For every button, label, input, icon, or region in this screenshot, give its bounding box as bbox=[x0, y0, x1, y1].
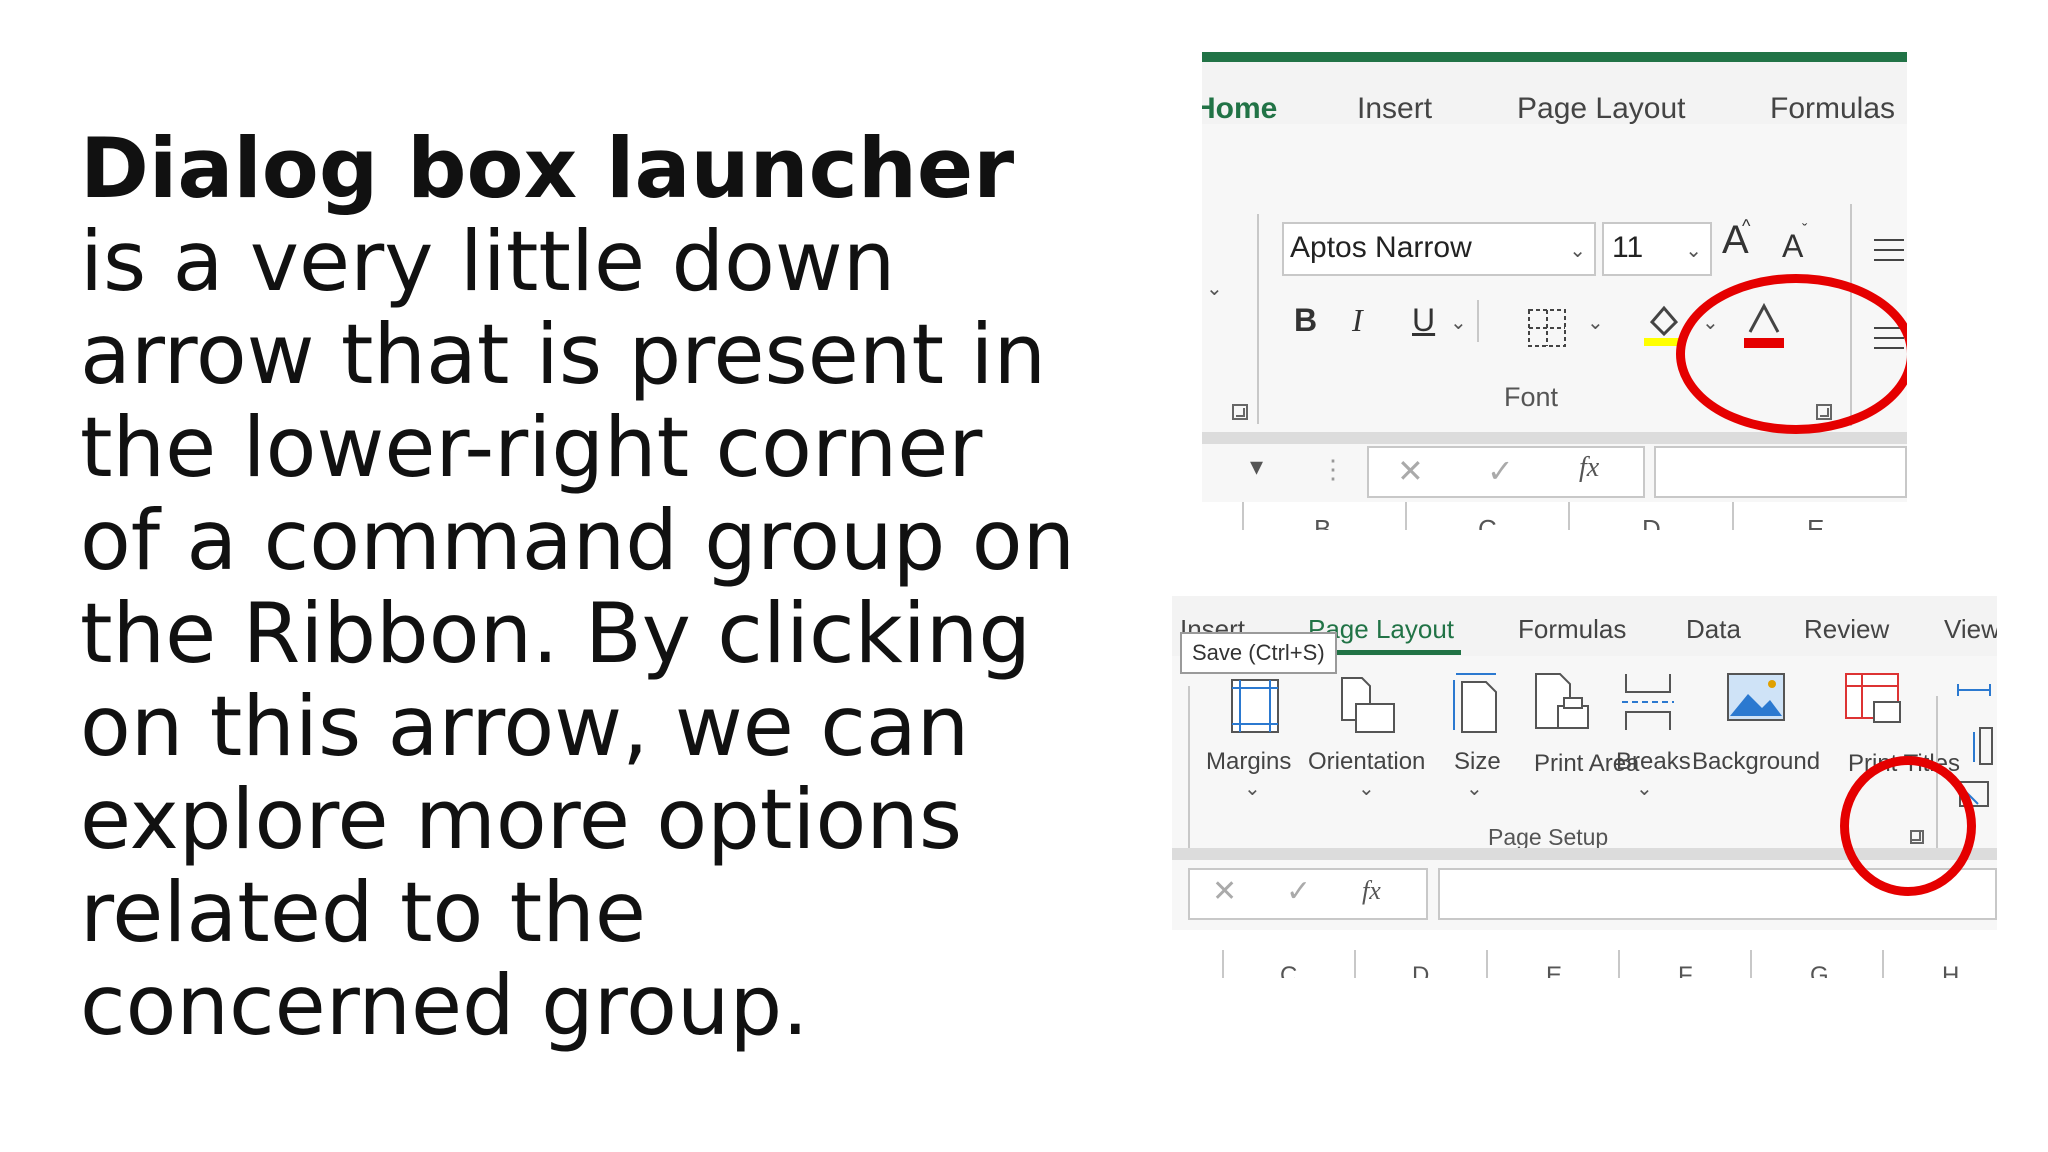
print-area-icon[interactable] bbox=[1532, 670, 1592, 734]
formula-input[interactable] bbox=[1654, 446, 1907, 498]
orientation-icon[interactable] bbox=[1340, 676, 1396, 734]
column-header[interactable]: F bbox=[1678, 962, 1693, 978]
column-headers: B C D E bbox=[1202, 502, 1907, 530]
col-divider bbox=[1354, 950, 1356, 978]
dialog-launcher-icon[interactable] bbox=[1232, 404, 1248, 420]
chevron-down-icon[interactable]: ⌄ bbox=[1358, 776, 1375, 800]
column-header[interactable]: D bbox=[1412, 962, 1429, 978]
tab-review[interactable]: Review bbox=[1804, 614, 1889, 645]
col-divider bbox=[1568, 502, 1570, 530]
shrink-font-icon[interactable]: A bbox=[1782, 228, 1803, 265]
col-divider bbox=[1242, 502, 1244, 530]
chevron-down-icon[interactable]: ⌄ bbox=[1587, 310, 1604, 334]
insert-function-icon[interactable]: fx bbox=[1362, 876, 1381, 906]
column-header[interactable]: D bbox=[1642, 514, 1661, 530]
column-header[interactable]: H bbox=[1942, 962, 1959, 978]
group-label-page-setup: Page Setup bbox=[1488, 824, 1609, 850]
group-divider bbox=[1257, 214, 1259, 424]
col-divider bbox=[1486, 950, 1488, 978]
cancel-icon[interactable]: ✕ bbox=[1212, 874, 1237, 909]
font-size-value: 11 bbox=[1612, 231, 1644, 264]
tab-formulas[interactable]: Formulas bbox=[1518, 614, 1626, 645]
chevron-down-icon[interactable]: ⌄ bbox=[1450, 310, 1467, 334]
chevron-down-icon: ⌄ bbox=[1569, 238, 1586, 262]
margins-icon[interactable] bbox=[1230, 678, 1280, 734]
orientation-label[interactable]: Orientation bbox=[1308, 748, 1425, 776]
size-icon[interactable] bbox=[1450, 670, 1502, 734]
divider bbox=[1477, 300, 1479, 342]
grow-caret-icon: ^ bbox=[1742, 216, 1751, 236]
formula-buttons: ✕ ✓ fx bbox=[1367, 446, 1645, 498]
body-text: is a very little down arrow that is pres… bbox=[80, 213, 1076, 1054]
column-header[interactable]: C bbox=[1280, 962, 1297, 978]
ribbon-screenshot-font: Home Insert Page Layout Formulas ⌄ Aptos… bbox=[1202, 52, 1907, 530]
col-divider bbox=[1618, 950, 1620, 978]
italic-button[interactable]: I bbox=[1352, 302, 1363, 339]
font-name-select[interactable]: Aptos Narrow ⌄ bbox=[1282, 222, 1596, 276]
check-icon[interactable]: ✓ bbox=[1487, 452, 1514, 490]
ribbon-screenshot-page-setup: Insert Page Layout Formulas Data Review … bbox=[1172, 596, 1997, 978]
underline-button[interactable]: U bbox=[1412, 302, 1435, 339]
cancel-icon[interactable]: ✕ bbox=[1397, 452, 1424, 490]
tab-insert[interactable]: Insert bbox=[1357, 92, 1432, 126]
borders-icon[interactable] bbox=[1527, 308, 1569, 348]
chevron-down-icon[interactable]: ⌄ bbox=[1636, 776, 1653, 800]
column-header[interactable]: G bbox=[1810, 962, 1829, 978]
tab-page-layout[interactable]: Page Layout bbox=[1517, 92, 1685, 126]
highlight-circle bbox=[1840, 756, 1976, 896]
background-label[interactable]: Background bbox=[1692, 748, 1820, 776]
group-label-font: Font bbox=[1504, 382, 1559, 412]
print-titles-icon[interactable] bbox=[1844, 672, 1904, 730]
breaks-icon[interactable] bbox=[1620, 672, 1676, 732]
formula-buttons: ✕ ✓ fx bbox=[1188, 868, 1428, 920]
tab-view[interactable]: View bbox=[1944, 614, 1997, 645]
tab-home[interactable]: Home bbox=[1202, 92, 1277, 126]
column-header[interactable]: C bbox=[1478, 514, 1497, 530]
highlight-circle bbox=[1676, 274, 1907, 434]
check-icon[interactable]: ✓ bbox=[1286, 874, 1311, 909]
ribbon-tabs: Home Insert Page Layout Formulas bbox=[1202, 62, 1907, 144]
bold-button[interactable]: B bbox=[1294, 302, 1317, 339]
background-icon[interactable] bbox=[1726, 672, 1786, 728]
tab-formulas[interactable]: Formulas bbox=[1770, 92, 1895, 126]
chevron-down-icon[interactable]: ⌄ bbox=[1244, 776, 1261, 800]
column-header[interactable]: E bbox=[1807, 514, 1824, 530]
margins-label[interactable]: Margins bbox=[1206, 748, 1291, 776]
insert-function-icon[interactable]: fx bbox=[1579, 452, 1599, 484]
breaks-label[interactable]: Breaks bbox=[1616, 748, 1691, 776]
chevron-down-icon[interactable]: ⌄ bbox=[1206, 276, 1223, 300]
col-divider bbox=[1405, 502, 1407, 530]
formula-bar: ▾ ⋮ ✕ ✓ fx bbox=[1202, 444, 1907, 502]
size-label[interactable]: Size bbox=[1454, 748, 1501, 776]
title-bar-accent bbox=[1202, 52, 1907, 62]
font-name-value: Aptos Narrow bbox=[1290, 231, 1472, 264]
more-icon: ⋮ bbox=[1320, 454, 1346, 484]
font-size-select[interactable]: 11 ⌄ bbox=[1602, 222, 1712, 276]
column-header[interactable]: B bbox=[1314, 514, 1331, 530]
chevron-down-icon[interactable]: ▾ bbox=[1250, 452, 1263, 482]
print-area-label[interactable]: Print Area bbox=[1534, 748, 1639, 780]
col-divider bbox=[1882, 950, 1884, 978]
col-divider bbox=[1732, 502, 1734, 530]
bold-term: Dialog box launcher bbox=[80, 120, 1015, 217]
tab-data[interactable]: Data bbox=[1686, 614, 1741, 645]
chevron-down-icon: ⌄ bbox=[1685, 238, 1702, 262]
col-divider bbox=[1750, 950, 1752, 978]
col-divider bbox=[1222, 950, 1224, 978]
shrink-caret-icon: ˇ bbox=[1802, 222, 1808, 239]
chevron-down-icon[interactable]: ⌄ bbox=[1466, 776, 1483, 800]
save-tooltip: Save (Ctrl+S) bbox=[1180, 632, 1337, 674]
slide-text: Dialog box launcher is a very little dow… bbox=[80, 122, 1080, 1052]
column-headers: C D E F G H bbox=[1172, 930, 1997, 978]
column-header[interactable]: E bbox=[1546, 962, 1562, 978]
